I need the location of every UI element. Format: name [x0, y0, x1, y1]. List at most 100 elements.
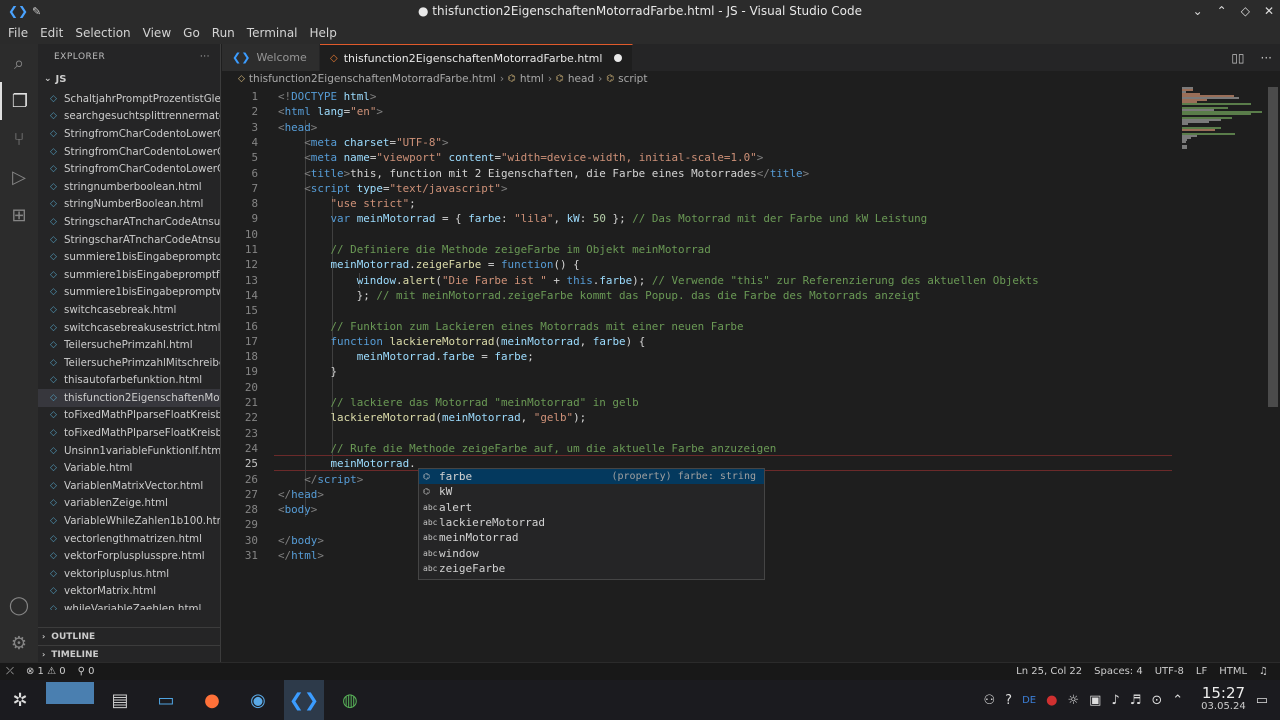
run-debug-icon[interactable]: ▷	[0, 158, 38, 196]
code-line[interactable]: 20	[222, 380, 1267, 395]
file-item[interactable]: ◇ summiere1bisEingabepromptw...	[38, 284, 220, 302]
file-item[interactable]: ◇ variablenZeige.html	[38, 495, 220, 513]
extensions-icon[interactable]: ⊞	[0, 196, 38, 234]
file-item[interactable]: ◇ thisfunction2EigenschaftenMot...	[38, 389, 220, 407]
code-line[interactable]: 10	[222, 227, 1267, 242]
ports-count[interactable]: ⚲ 0	[72, 666, 101, 677]
file-item[interactable]: ◇ StringfromCharCodentoLowerC...	[38, 160, 220, 178]
language-mode[interactable]: HTML	[1213, 666, 1253, 677]
code-line[interactable]: 6 <title>this, function mit 2 Eigenschaf…	[222, 166, 1267, 181]
more-actions-icon[interactable]: ···	[1261, 51, 1272, 65]
source-control-icon[interactable]: ⑂	[0, 120, 38, 158]
firefox-icon[interactable]: ●	[192, 680, 232, 720]
suggestion-item[interactable]: abc alert	[419, 500, 764, 515]
line-ending[interactable]: LF	[1190, 666, 1213, 677]
file-item[interactable]: ◇ toFixedMathPIparseFloatKreisb...	[38, 424, 220, 442]
pin-icon[interactable]: ✎	[32, 5, 41, 18]
problems-count[interactable]: ⊗ 1 ⚠ 0	[20, 666, 72, 677]
file-item[interactable]: ◇ StringfromCharCodentoLowerC...	[38, 143, 220, 161]
file-item[interactable]: ◇ Unsinn1variableFunktionIf.html	[38, 442, 220, 460]
code-line[interactable]: 4 <meta charset="UTF-8">	[222, 135, 1267, 150]
code-line[interactable]: 15	[222, 303, 1267, 318]
code-line[interactable]: 7 <script type="text/javascript">	[222, 181, 1267, 196]
file-item[interactable]: ◇ summiere1bisEingabepromptfo...	[38, 266, 220, 284]
menu-terminal[interactable]: Terminal	[241, 22, 304, 44]
file-item[interactable]: ◇ vectorlengthmatrizen.html	[38, 530, 220, 548]
file-item[interactable]: ◇ VariablenMatrixVector.html	[38, 477, 220, 495]
vscode-taskbar-icon[interactable]: ❮❯	[284, 680, 324, 720]
search-icon[interactable]: ⌕	[0, 44, 38, 82]
file-item[interactable]: ◇ TeilersuchePrimzahlMitschreibe...	[38, 354, 220, 372]
file-list[interactable]: ◇ SchaltjahrPromptProzentistGlei... ◇ searc…	[38, 90, 220, 610]
file-item[interactable]: ◇ switchcasebreakusestrict.html	[38, 319, 220, 337]
restore-button[interactable]: ◇	[1241, 4, 1250, 18]
code-line[interactable]: 21 // lackiere das Motorrad "meinMotorra…	[222, 395, 1267, 410]
code-line[interactable]: 9 var meinMotorrad = { farbe: "lila", kW…	[222, 211, 1267, 226]
encoding[interactable]: UTF-8	[1149, 666, 1190, 677]
code-line[interactable]: 13 window.alert("Die Farbe ist " + this.…	[222, 273, 1267, 288]
file-item[interactable]: ◇ switchcasebreak.html	[38, 301, 220, 319]
code-line[interactable]: 8 "use strict";	[222, 196, 1267, 211]
breadcrumb-script[interactable]: script	[618, 73, 647, 85]
suggestion-item[interactable]: ⌬ kW	[419, 484, 764, 499]
close-button[interactable]: ✕	[1264, 4, 1274, 18]
gear-icon[interactable]: ⚙	[0, 624, 38, 662]
file-item[interactable]: ◇ stringnumberboolean.html	[38, 178, 220, 196]
help-icon[interactable]: ?	[1005, 693, 1012, 708]
media-app-icon[interactable]: ◍	[330, 680, 370, 720]
suggestion-item[interactable]: abc window	[419, 545, 764, 560]
suggestion-item[interactable]: abc meinMotorrad	[419, 530, 764, 545]
code-line[interactable]: 19 }	[222, 364, 1267, 379]
file-item[interactable]: ◇ StringscharATncharCodeAtnsub...	[38, 231, 220, 249]
file-item[interactable]: ◇ whileVariableZaehlen.html	[38, 600, 220, 610]
code-line[interactable]: 24 // Rufe die Methode zeigeFarbe auf, u…	[222, 441, 1267, 456]
menu-edit[interactable]: Edit	[34, 22, 69, 44]
file-manager-icon[interactable]: ▭	[146, 680, 186, 720]
tray-expand-icon[interactable]: ⌃	[1172, 693, 1183, 708]
indentation[interactable]: Spaces: 4	[1088, 666, 1149, 677]
maximize-button[interactable]: ⌃	[1217, 4, 1227, 18]
app-launcher-icon[interactable]: ✲	[0, 680, 40, 720]
file-item[interactable]: ◇ Variable.html	[38, 459, 220, 477]
menu-go[interactable]: Go	[177, 22, 206, 44]
split-editor-icon[interactable]: ▯▯	[1231, 51, 1244, 65]
file-item[interactable]: ◇ searchgesuchtsplittrennermatc...	[38, 108, 220, 126]
clipboard-icon[interactable]: ▣	[1089, 693, 1101, 708]
accessibility-icon[interactable]: ⚇	[984, 693, 996, 708]
file-item[interactable]: ◇ StringscharATncharCodeAtnsub...	[38, 213, 220, 231]
menu-view[interactable]: View	[137, 22, 177, 44]
minimize-button[interactable]: ⌄	[1193, 4, 1203, 18]
code-line[interactable]: 11 // Definiere die Methode zeigeFarbe i…	[222, 242, 1267, 257]
record-icon[interactable]: ●	[1046, 693, 1057, 708]
breadcrumb-file[interactable]: thisfunction2EigenschaftenMotorradFarbe.…	[249, 73, 496, 85]
file-item[interactable]: ◇ StringfromCharCodentoLowerC...	[38, 125, 220, 143]
file-item[interactable]: ◇ SchaltjahrPromptProzentistGlei...	[38, 90, 220, 108]
cursor-position[interactable]: Ln 25, Col 22	[1010, 666, 1088, 677]
more-actions-icon[interactable]: ···	[200, 52, 210, 62]
network-icon[interactable]: ⊙	[1151, 693, 1162, 708]
file-item[interactable]: ◇ toFixedMathPIparseFloatKreisb...	[38, 407, 220, 425]
volume-icon[interactable]: ♪	[1111, 693, 1119, 708]
code-line[interactable]: 16 // Funktion zum Lackieren eines Motor…	[222, 319, 1267, 334]
desktop-pager[interactable]	[46, 682, 94, 704]
file-item[interactable]: ◇ vektorForplusplusspre.html	[38, 547, 220, 565]
notifications-icon[interactable]: ♫	[1253, 666, 1274, 677]
keyboard-layout[interactable]: DE	[1022, 695, 1036, 706]
browser-icon[interactable]: ◉	[238, 680, 278, 720]
tab-active-file[interactable]: ◇ thisfunction2EigenschaftenMotorradFarb…	[320, 44, 634, 71]
suggestion-item[interactable]: abc zeigeFarbe	[419, 561, 764, 576]
suggestion-item[interactable]: ⌬ farbe (property) farbe: string	[419, 469, 764, 485]
code-line[interactable]: 3 <head>	[222, 120, 1267, 135]
folder-js[interactable]: ⌄ JS	[38, 70, 220, 88]
file-item[interactable]: ◇ summiere1bisEingabepromptd...	[38, 248, 220, 266]
code-line[interactable]: 17 function lackiereMotorrad(meinMotorra…	[222, 334, 1267, 349]
code-line[interactable]: 22 lackiereMotorrad(meinMotorrad, "gelb"…	[222, 410, 1267, 425]
explorer-icon[interactable]: ❐	[0, 82, 38, 120]
code-line[interactable]: 5 <meta name="viewport" content="width=d…	[222, 150, 1267, 165]
remote-icon[interactable]: ⤫	[0, 666, 20, 677]
code-line[interactable]: 2 <html lang="en">	[222, 104, 1267, 119]
minimap[interactable]	[1172, 87, 1267, 149]
show-desktop-icon[interactable]: ▭	[1256, 693, 1268, 708]
code-line[interactable]: 23	[222, 426, 1267, 441]
menu-help[interactable]: Help	[304, 22, 343, 44]
